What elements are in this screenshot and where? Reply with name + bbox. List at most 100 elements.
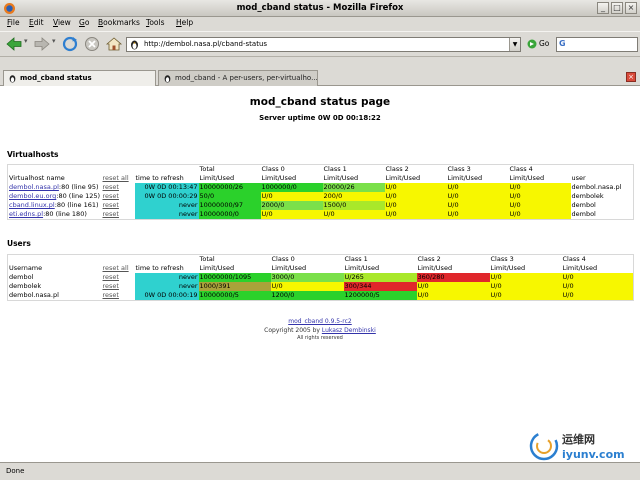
url-history-dropdown-icon[interactable]: ▼ [509,38,520,51]
menu-help[interactable]: Help [176,18,193,27]
virtualhost-link[interactable]: dembol.eu.org [9,192,56,200]
reset-all-link[interactable]: reset all [102,165,135,184]
value-cell: U/0 [384,210,447,220]
user-cell: dembol [571,201,596,209]
close-tab-icon[interactable]: × [626,72,636,82]
reset-link[interactable]: reset [102,282,135,291]
search-field[interactable]: G [556,37,638,52]
menu-go[interactable]: Go [79,18,89,27]
virtualhost-line: :80 (line 95) [58,183,99,191]
navigation-toolbar: ▾ ▾ http://dembol.nasa.pl/cband-status ▼… [0,31,640,57]
virtualhost-line: :80 (line 180) [43,210,87,218]
url-bar[interactable]: http://dembol.nasa.pl/cband-status ▼ [126,37,521,52]
col-header: Total Limit/Used [199,165,235,182]
username-cell: dembol [9,273,34,281]
back-arrow-icon[interactable] [4,35,24,53]
value-cell: U/0 [489,273,562,282]
url-text: http://dembol.nasa.pl/cband-status [144,40,268,48]
col-header: Class 0 Limit/Used [261,165,297,182]
value-cell: 1200000/5 [343,291,417,301]
users-heading: Users [7,239,31,248]
status-text: Done [6,467,25,475]
col-header: Class 3 Limit/Used [490,255,526,272]
user-cell: dembol.nasa.pl [571,183,622,191]
value-cell: 360/280 [416,273,490,282]
col-header: Class 0 Limit/Used [271,255,307,272]
value-cell: U/0 [260,192,323,201]
value-cell: U/0 [384,192,447,201]
go-button[interactable]: Go [526,37,554,52]
reset-all-link[interactable]: reset all [102,255,135,274]
back-dropdown-icon[interactable]: ▾ [24,37,30,51]
tux-favicon-icon [131,40,138,50]
virtualhosts-rows: dembol.nasa.pl:80 (line 95) reset 0W 0D 00… [8,183,634,220]
menu-view[interactable]: View [53,18,71,27]
virtualhosts-heading: Virtualhosts [7,150,59,159]
virtualhost-link[interactable]: eti.edns.pl [9,210,43,218]
value-cell: 1200/0 [270,291,344,301]
value-cell: 0W 0D 00:00:19 [134,291,199,301]
window-title: mod_cband status - Mozilla Firefox [236,3,404,13]
reset-link[interactable]: reset [102,291,135,301]
status-bar: Done [0,462,640,480]
reset-link[interactable]: reset [102,201,135,210]
menu-file[interactable]: File [7,18,20,27]
value-cell: U/0 [489,291,562,301]
value-cell: 1500/0 [322,201,385,210]
reset-link[interactable]: reset [102,192,135,201]
reload-icon[interactable] [60,35,80,53]
search-engine-icon: G [559,39,566,48]
reset-link[interactable]: reset [102,183,135,192]
reset-link[interactable]: reset [102,273,135,282]
username-cell: dembol.nasa.pl [9,291,59,299]
table-row: cband.linux.pl:80 (line 161) reset never 10… [8,201,634,210]
home-icon[interactable] [104,35,124,53]
value-cell: U/0 [446,192,509,201]
menu-tools[interactable]: Tools [146,18,164,27]
footer-version-link[interactable]: mod_cband 0.9.5-rc2 [0,318,640,325]
value-cell: U/0 [270,282,344,291]
value-cell: U/0 [508,192,571,201]
value-cell: U/0 [322,210,385,220]
value-cell: never [134,210,199,220]
maximize-button[interactable]: □ [611,2,623,14]
virtualhosts-table: Virtualhost name reset all time to refre… [7,164,634,220]
col-header: user [571,173,586,182]
virtualhost-link[interactable]: dembol.nasa.pl [9,183,59,191]
footer-copyright: Copyright 2005 by Lukasz Dembinski [264,327,376,334]
users-header-row: Username reset all time to refresh Total… [8,255,634,274]
value-cell: 20000/26 [322,183,385,192]
forward-dropdown-icon[interactable]: ▾ [52,37,58,51]
author-link[interactable]: Lukasz Dembinski [322,327,376,334]
value-cell: U/0 [384,201,447,210]
virtualhost-name-cell: dembol.nasa.pl:80 (line 95) [8,183,102,192]
virtualhost-link[interactable]: cband.linux.pl [9,201,55,209]
forward-arrow-icon[interactable] [32,35,52,53]
stop-icon[interactable] [82,35,102,53]
svg-text:运维网: 运维网 [562,432,595,446]
col-header: Virtualhost name [9,173,65,182]
value-cell: U/0 [446,183,509,192]
col-header: Class 1 Limit/Used [344,255,380,272]
virtualhost-name-cell: dembol.eu.org:80 (line 125) [8,192,102,201]
value-cell: U/0 [416,282,490,291]
minimize-button[interactable]: _ [597,2,609,14]
reset-link[interactable]: reset [102,210,135,220]
value-cell: 50/0 [198,192,261,201]
virtualhost-name-cell: eti.edns.pl:80 (line 180) [8,210,102,220]
tab-mod-cband-docs[interactable]: mod_cband - A per-users, per-virtualho..… [158,70,318,86]
menu-bookmarks[interactable]: Bookmarks [98,18,140,27]
col-header: Class 2 Limit/Used [385,165,421,182]
virtualhost-name-cell: cband.linux.pl:80 (line 161) [8,201,102,210]
menu-bar: File Edit View Go Bookmarks Tools Help [0,17,640,31]
menu-edit[interactable]: Edit [29,18,44,27]
svg-text:iyunv.com: iyunv.com [562,448,625,461]
value-cell: 300/344 [343,282,417,291]
close-window-button[interactable]: × [625,2,637,14]
value-cell: U/265 [343,273,417,282]
value-cell: U/0 [561,282,634,291]
tux-favicon-icon [164,75,171,83]
tab-mod-cband-status[interactable]: mod_cband status [3,70,156,87]
virtualhost-line: :80 (line 161) [54,201,99,209]
server-uptime: Server uptime 0W 0D 00:18:22 [259,114,381,122]
